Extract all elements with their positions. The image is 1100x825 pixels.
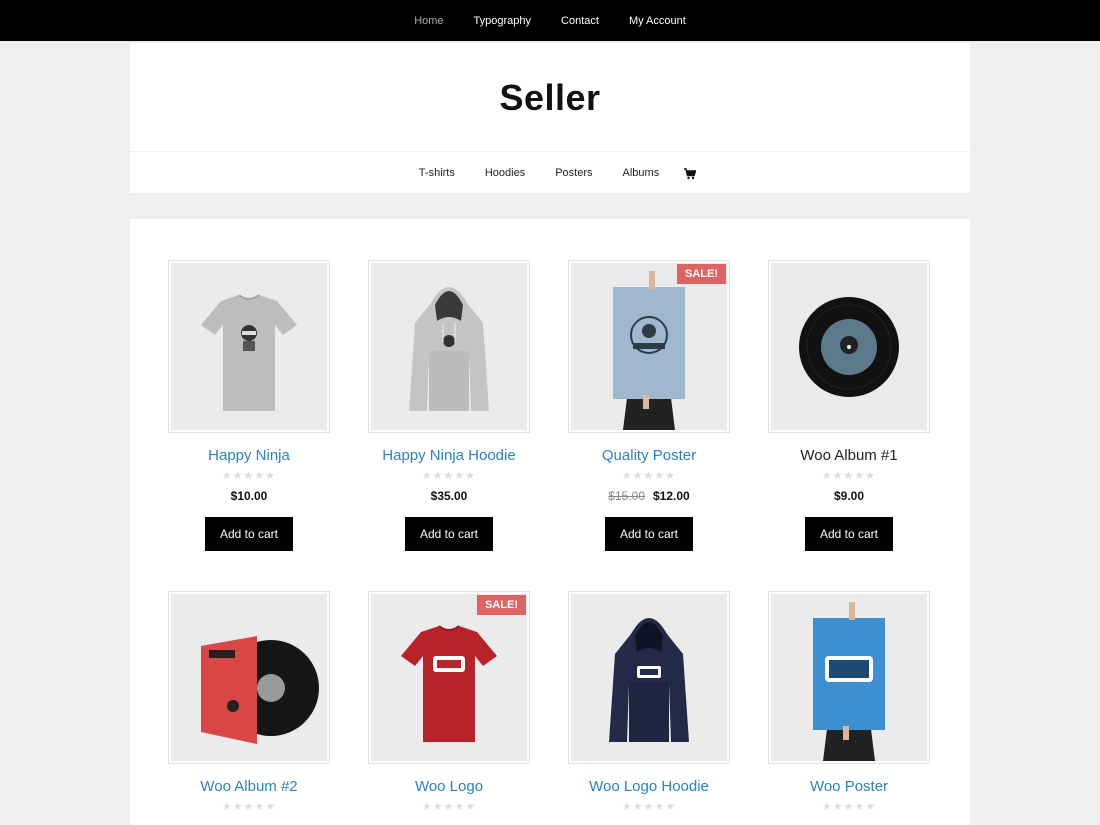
star-rating: ★★★★★ [421,470,477,482]
navy-woo-hoodie-image [571,594,727,761]
product-card: Woo Poster ★★★★★ [768,591,930,813]
gray-hoodie-image [371,263,527,430]
product-image-link[interactable]: SALE! [368,591,530,764]
product-card: Happy Ninja ★★★★★ $10.00 Add to cart [168,260,330,551]
product-grid: Happy Ninja ★★★★★ $10.00 Add to cart Hap… [168,260,932,813]
product-image-link[interactable] [368,260,530,433]
product-price: $9.00 [768,489,930,503]
add-to-cart-button[interactable]: Add to cart [404,517,494,551]
top-navigation: Home Typography Contact My Account [0,0,1100,41]
product-title-link[interactable]: Woo Album #1 [768,447,930,464]
sale-badge: SALE! [477,595,526,615]
old-price: $15.00 [608,489,645,503]
product-image-link[interactable] [168,260,330,433]
category-link-albums[interactable]: Albums [608,167,675,179]
nav-link-home[interactable]: Home [399,15,458,27]
category-link-posters[interactable]: Posters [540,167,607,179]
product-title-link[interactable]: Woo Logo [368,778,530,795]
product-title-link[interactable]: Woo Album #2 [168,778,330,795]
star-rating: ★★★★★ [821,801,877,813]
nav-link-my-account[interactable]: My Account [614,15,701,27]
category-navigation: T-shirts Hoodies Posters Albums [130,152,970,193]
star-rating: ★★★★★ [621,801,677,813]
vinyl-record-image [771,263,927,430]
add-to-cart-button[interactable]: Add to cart [204,517,294,551]
product-title-link[interactable]: Quality Poster [568,447,730,464]
product-price: $35.00 [368,489,530,503]
product-card: Woo Album #2 ★★★★★ [168,591,330,813]
product-area: Happy Ninja ★★★★★ $10.00 Add to cart Hap… [130,219,970,825]
current-price: $12.00 [653,489,690,503]
star-rating: ★★★★★ [621,470,677,482]
category-link-hoodies[interactable]: Hoodies [470,167,540,179]
gray-tshirt-image [171,263,327,430]
add-to-cart-button[interactable]: Add to cart [804,517,894,551]
shopping-cart-icon[interactable] [684,167,697,179]
current-price: $35.00 [430,489,468,503]
product-image-link[interactable] [168,591,330,764]
product-card: SALE! Woo Logo ★★★★★ [368,591,530,813]
star-rating: ★★★★★ [221,801,277,813]
red-album-sleeve-image [171,594,327,761]
product-card: SALE! Quality Poster ★★★★★ $15.00 $12.00 … [568,260,730,551]
product-title-link[interactable]: Happy Ninja [168,447,330,464]
product-title-link[interactable]: Woo Poster [768,778,930,795]
star-rating: ★★★★★ [821,470,877,482]
current-price: $9.00 [833,489,865,503]
site-title[interactable]: Seller [130,77,970,119]
nav-link-contact[interactable]: Contact [546,15,614,27]
product-image-link[interactable] [768,260,930,433]
star-rating: ★★★★★ [221,470,277,482]
product-card: Happy Ninja Hoodie ★★★★★ $35.00 Add to c… [368,260,530,551]
product-image-link[interactable] [568,591,730,764]
star-rating: ★★★★★ [421,801,477,813]
red-woo-tshirt-image [371,594,527,761]
product-image-link[interactable] [768,591,930,764]
product-image-link[interactable]: SALE! [568,260,730,433]
product-title-link[interactable]: Happy Ninja Hoodie [368,447,530,464]
sale-badge: SALE! [677,264,726,284]
product-price: $10.00 [168,489,330,503]
top-bar: Home Typography Contact My Account [0,0,1100,41]
product-price: $15.00 $12.00 [568,489,730,503]
nav-link-typography[interactable]: Typography [459,15,546,27]
current-price: $10.00 [230,489,268,503]
blue-woo-poster-image [771,594,927,761]
category-link-tshirts[interactable]: T-shirts [404,167,470,179]
woothemes-poster-image [571,263,727,430]
product-card: Woo Album #1 ★★★★★ $9.00 Add to cart [768,260,930,551]
site-header: Seller [130,43,970,151]
add-to-cart-button[interactable]: Add to cart [604,517,694,551]
product-title-link[interactable]: Woo Logo Hoodie [568,778,730,795]
product-card: Woo Logo Hoodie ★★★★★ [568,591,730,813]
